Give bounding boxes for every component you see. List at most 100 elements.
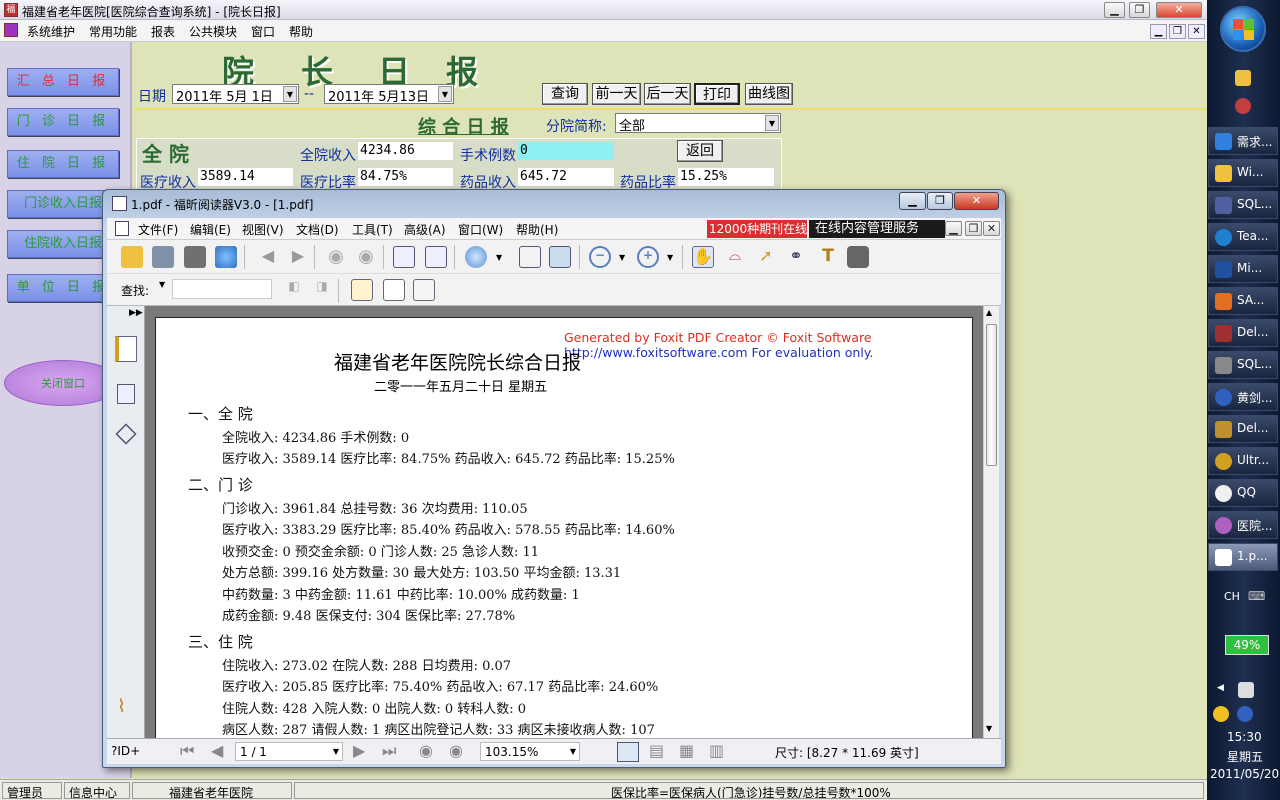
scroll-down-icon[interactable]: ▼ <box>986 724 992 733</box>
scroll-thumb[interactable] <box>986 324 997 466</box>
continuous-page-icon[interactable]: ▤ <box>649 741 664 760</box>
nav-outpatient-daily[interactable]: 门 诊 日 报 <box>7 108 119 136</box>
pdf-minimize-button[interactable]: ▁ <box>899 192 926 210</box>
pdf-doc-close-button[interactable]: ✕ <box>983 221 1000 236</box>
menu-common[interactable]: 常用功能 <box>89 23 137 40</box>
form-icon[interactable] <box>413 279 435 301</box>
fit-page-icon[interactable] <box>519 246 541 268</box>
taskbar-item[interactable]: 医院... <box>1208 511 1278 539</box>
taskbar-item[interactable]: SQL... <box>1208 191 1278 219</box>
layers-icon[interactable] <box>115 423 137 445</box>
taskbar-item[interactable]: 黄剑... <box>1208 383 1278 411</box>
branch-select[interactable]: 全部 ▼ <box>615 113 781 133</box>
find-next-icon[interactable]: ◨ <box>311 279 333 301</box>
print-icon[interactable] <box>184 246 206 268</box>
query-button[interactable]: 查询 <box>542 83 588 105</box>
chevron-down-icon[interactable]: ▼ <box>496 253 502 262</box>
taskbar-item[interactable]: Del... <box>1208 319 1278 347</box>
zoom-out-icon[interactable]: − <box>589 246 611 268</box>
prev-view-icon[interactable]: ◉ <box>419 741 433 760</box>
taskbar-item[interactable]: Tea... <box>1208 223 1278 251</box>
fit-width-icon[interactable] <box>549 246 571 268</box>
pdf-vertical-scrollbar[interactable]: ▲ ▼ <box>983 306 999 738</box>
maximize-button[interactable]: ❐ <box>1129 2 1150 18</box>
clock-time[interactable]: 15:30 <box>1227 730 1262 744</box>
prev-page-icon[interactable]: ◀ <box>211 741 223 760</box>
menu-public[interactable]: 公共模块 <box>189 23 237 40</box>
tray-expand-icon[interactable]: ◀ <box>1217 683 1224 693</box>
pdf-menu-view[interactable]: 视图(V) <box>242 221 284 238</box>
back-arrow-icon[interactable]: ◀ <box>257 246 279 268</box>
rotate-right-icon[interactable] <box>425 246 447 268</box>
pdf-doc-minimize-button[interactable]: ▁ <box>945 221 962 236</box>
quicklaunch-icon[interactable] <box>1235 98 1251 114</box>
taskbar-item[interactable]: Wi... <box>1208 159 1278 187</box>
next-day-button[interactable]: 后一天 <box>644 83 691 105</box>
date-from-picker[interactable]: 2011年 5月 1日 ▼ <box>172 84 299 104</box>
open-folder-icon[interactable] <box>121 246 143 268</box>
qq-tray-icon[interactable] <box>1213 706 1229 722</box>
print-button[interactable]: 打印 <box>694 83 740 105</box>
expand-sidebar-icon[interactable]: ▶▶ <box>129 308 143 318</box>
thumbnails-icon[interactable] <box>117 384 135 404</box>
nav-inpatient-daily[interactable]: 住 院 日 报 <box>7 150 119 178</box>
menu-window[interactable]: 窗口 <box>251 23 275 40</box>
chevron-down-icon[interactable]: ▼ <box>159 280 165 289</box>
next-view-icon[interactable]: ◉ <box>449 741 463 760</box>
next-page-icon[interactable]: ▶ <box>353 741 365 760</box>
annotate-icon[interactable] <box>351 279 373 301</box>
text-tool-icon[interactable]: T <box>817 246 839 268</box>
forward-arrow-icon[interactable]: ▶ <box>287 246 309 268</box>
pdf-doc-restore-button[interactable]: ❐ <box>965 221 982 236</box>
surgery-field[interactable]: 0 <box>518 142 614 160</box>
total-income-field[interactable]: 4234.86 <box>358 142 453 160</box>
network-icon[interactable] <box>1237 706 1253 722</box>
find-prev-icon[interactable]: ◧ <box>283 279 305 301</box>
taskbar-item[interactable]: QQ <box>1208 479 1278 507</box>
pdf-menu-window[interactable]: 窗口(W) <box>458 221 503 238</box>
first-page-icon[interactable]: ⏮ <box>180 741 194 761</box>
chevron-down-icon[interactable]: ▼ <box>619 253 625 262</box>
printer-icon[interactable] <box>1238 682 1254 698</box>
binoculars-icon[interactable]: ⚭ <box>785 246 807 268</box>
scroll-up-icon[interactable]: ▲ <box>986 308 992 317</box>
glasses-icon[interactable]: ⌓ <box>724 246 746 268</box>
rotate-left-icon[interactable] <box>393 246 415 268</box>
mdi-minimize-button[interactable]: ▁ <box>1150 24 1167 39</box>
medical-ratio-field[interactable]: 84.75% <box>358 168 453 186</box>
zoom-in-icon[interactable] <box>465 246 487 268</box>
bookmark-icon[interactable] <box>115 336 137 362</box>
note-icon[interactable] <box>383 279 405 301</box>
mdi-restore-button[interactable]: ❐ <box>1169 24 1186 39</box>
start-button[interactable] <box>1220 6 1266 52</box>
taskbar-item[interactable]: Del... <box>1208 415 1278 443</box>
quicklaunch-icon[interactable] <box>1235 70 1251 86</box>
continuous-facing-icon[interactable]: ▥ <box>709 741 724 760</box>
globe-icon[interactable] <box>215 246 237 268</box>
page-number-select[interactable]: 1 / 1 ▼ <box>235 742 343 761</box>
pdf-menu-help[interactable]: 帮助(H) <box>516 221 558 238</box>
camera-icon[interactable] <box>847 246 869 268</box>
ad-banner-content[interactable]: 在线内容管理服务 <box>809 220 945 238</box>
date-to-picker[interactable]: 2011年 5月13日 ▼ <box>324 84 454 104</box>
taskbar-item[interactable]: Ultr... <box>1208 447 1278 475</box>
chart-button[interactable]: 曲线图 <box>745 83 793 105</box>
hand-tool-icon[interactable]: ✋ <box>692 246 714 268</box>
pdf-menu-edit[interactable]: 编辑(E) <box>190 221 231 238</box>
pdf-menu-document[interactable]: 文档(D) <box>296 221 339 238</box>
last-page-icon[interactable]: ⏭ <box>382 741 396 761</box>
drug-ratio-field[interactable]: 15.25% <box>678 168 774 186</box>
taskbar-item[interactable]: 需求... <box>1208 127 1278 155</box>
pdf-close-button[interactable]: ✕ <box>954 192 999 210</box>
select-arrow-icon[interactable]: ➚ <box>755 246 777 268</box>
keyboard-icon[interactable]: ⌨ <box>1248 589 1265 603</box>
pdf-menu-tools[interactable]: 工具(T) <box>352 221 393 238</box>
facing-page-icon[interactable]: ▦ <box>679 741 694 760</box>
prev-day-button[interactable]: 前一天 <box>592 83 641 105</box>
medical-income-field[interactable]: 3589.14 <box>198 168 293 186</box>
menu-reports[interactable]: 报表 <box>151 23 175 40</box>
mdi-close-button[interactable]: ✕ <box>1188 24 1205 39</box>
zoom-plus-icon[interactable]: + <box>637 246 659 268</box>
language-indicator[interactable]: CH <box>1224 590 1240 603</box>
menu-system[interactable]: 系统维护 <box>27 23 75 40</box>
